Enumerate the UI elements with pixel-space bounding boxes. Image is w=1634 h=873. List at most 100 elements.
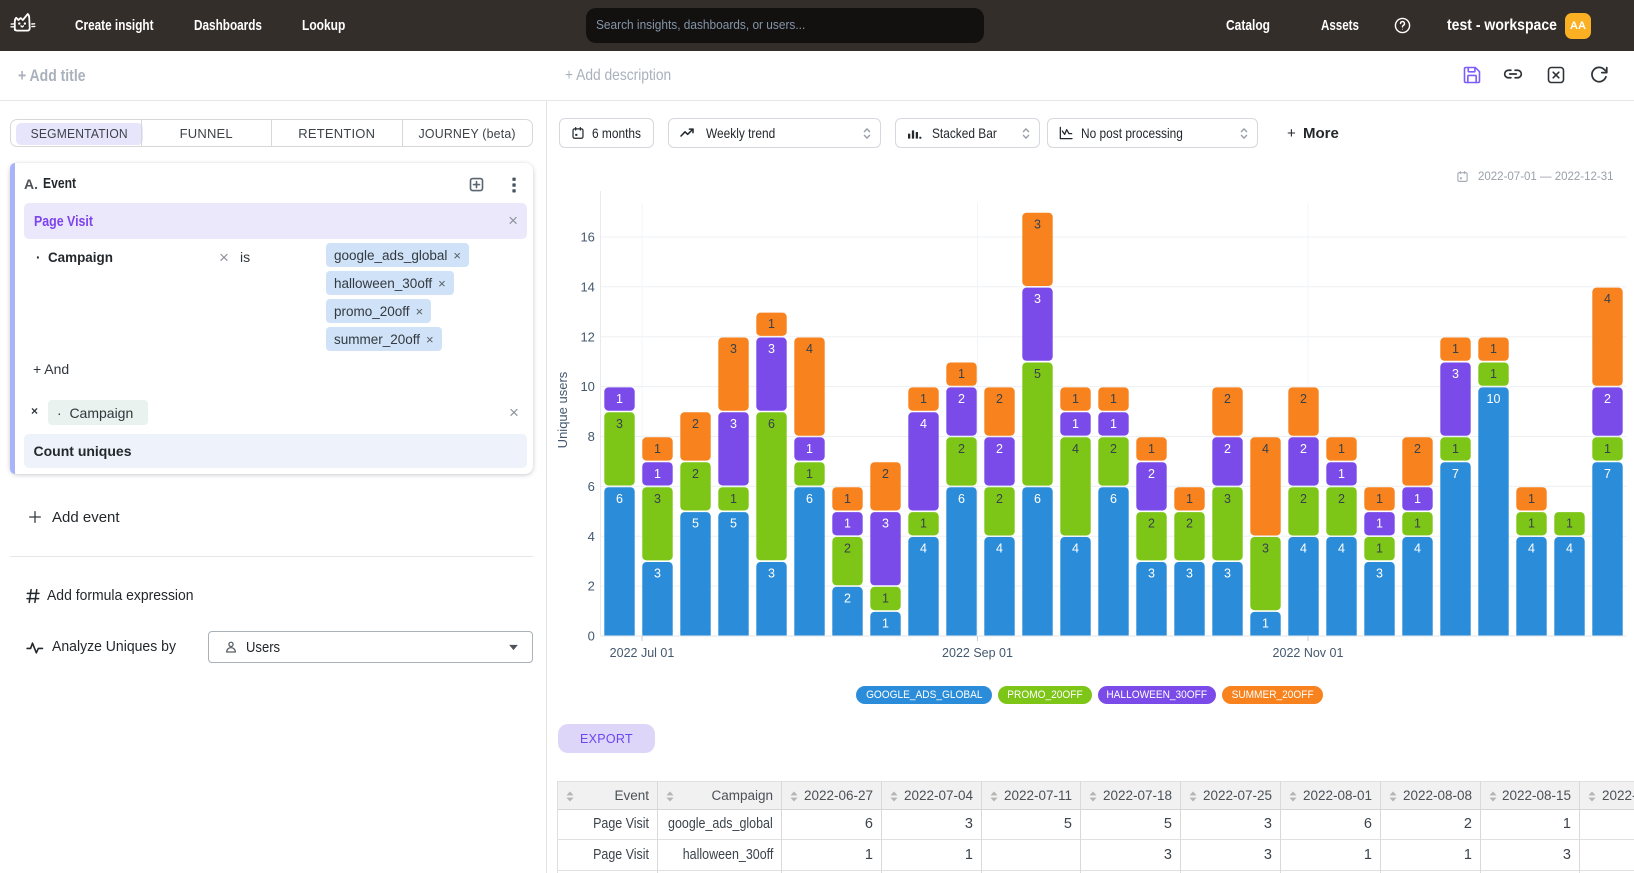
svg-text:2: 2: [588, 579, 598, 594]
svg-text:2: 2: [1110, 442, 1117, 456]
svg-text:2: 2: [1148, 467, 1155, 481]
svg-text:1: 1: [1452, 342, 1459, 356]
svg-text:2: 2: [1414, 442, 1421, 456]
svg-text:1: 1: [730, 492, 737, 506]
svg-text:1: 1: [1414, 492, 1421, 506]
svg-text:1: 1: [882, 592, 889, 606]
svg-text:3: 3: [768, 342, 775, 356]
svg-text:4: 4: [920, 542, 927, 556]
svg-text:1: 1: [1528, 492, 1535, 506]
svg-text:1: 1: [616, 392, 623, 406]
svg-text:1: 1: [654, 467, 661, 481]
svg-text:1: 1: [1490, 342, 1497, 356]
svg-text:3: 3: [1224, 567, 1231, 581]
svg-text:2: 2: [1224, 392, 1231, 406]
svg-text:3: 3: [768, 567, 775, 581]
svg-text:3: 3: [730, 417, 737, 431]
svg-text:5: 5: [730, 517, 737, 531]
svg-text:3: 3: [1034, 292, 1041, 306]
svg-text:1: 1: [1072, 417, 1079, 431]
svg-text:2: 2: [996, 392, 1003, 406]
svg-text:2: 2: [958, 442, 965, 456]
svg-text:2: 2: [996, 492, 1003, 506]
svg-text:2: 2: [1300, 392, 1307, 406]
svg-text:1: 1: [1262, 617, 1269, 631]
svg-text:1: 1: [882, 617, 889, 631]
svg-text:2022 Jul 01: 2022 Jul 01: [610, 646, 675, 660]
svg-text:7: 7: [1452, 467, 1459, 481]
svg-text:1: 1: [1376, 492, 1383, 506]
svg-text:14: 14: [580, 279, 597, 294]
svg-text:6: 6: [588, 479, 598, 494]
svg-text:1: 1: [958, 367, 965, 381]
svg-text:2022 Sep 01: 2022 Sep 01: [942, 646, 1013, 660]
svg-text:1: 1: [1376, 517, 1383, 531]
svg-text:0: 0: [588, 629, 598, 644]
svg-text:1: 1: [654, 442, 661, 456]
svg-text:Unique users: Unique users: [555, 371, 570, 448]
svg-text:1: 1: [920, 517, 927, 531]
svg-text:1: 1: [1490, 367, 1497, 381]
svg-text:1: 1: [1148, 442, 1155, 456]
svg-text:3: 3: [730, 342, 737, 356]
svg-text:6: 6: [768, 417, 775, 431]
svg-text:3: 3: [1262, 542, 1269, 556]
svg-text:2: 2: [996, 442, 1003, 456]
svg-text:3: 3: [882, 517, 889, 531]
svg-text:4: 4: [1566, 542, 1573, 556]
svg-text:6: 6: [958, 492, 965, 506]
svg-text:1: 1: [1072, 392, 1079, 406]
svg-text:3: 3: [616, 417, 623, 431]
svg-text:1: 1: [920, 392, 927, 406]
svg-text:6: 6: [806, 492, 813, 506]
svg-text:2: 2: [1224, 442, 1231, 456]
svg-text:4: 4: [996, 542, 1003, 556]
svg-text:1: 1: [1452, 442, 1459, 456]
svg-text:4: 4: [588, 529, 598, 544]
svg-text:1: 1: [1338, 442, 1345, 456]
svg-text:16: 16: [580, 230, 597, 245]
svg-text:1: 1: [1604, 442, 1611, 456]
svg-text:2: 2: [1186, 517, 1193, 531]
svg-text:5: 5: [692, 517, 699, 531]
svg-text:1: 1: [806, 467, 813, 481]
svg-text:1: 1: [1528, 517, 1535, 531]
svg-text:12: 12: [580, 329, 597, 344]
svg-text:3: 3: [1034, 217, 1041, 231]
svg-text:6: 6: [616, 492, 623, 506]
svg-text:1: 1: [1186, 492, 1193, 506]
svg-text:2: 2: [958, 392, 965, 406]
svg-text:3: 3: [1148, 567, 1155, 581]
svg-text:4: 4: [1604, 292, 1611, 306]
svg-text:2: 2: [692, 417, 699, 431]
svg-text:2: 2: [1338, 492, 1345, 506]
svg-text:4: 4: [1072, 542, 1079, 556]
svg-text:1: 1: [1338, 467, 1345, 481]
svg-text:1: 1: [1110, 417, 1117, 431]
svg-text:3: 3: [654, 567, 661, 581]
svg-text:2: 2: [844, 542, 851, 556]
svg-text:1: 1: [806, 442, 813, 456]
svg-text:3: 3: [654, 492, 661, 506]
svg-text:7: 7: [1604, 467, 1611, 481]
svg-text:2: 2: [1300, 442, 1307, 456]
svg-text:10: 10: [580, 379, 597, 394]
svg-text:2: 2: [882, 467, 889, 481]
svg-text:4: 4: [1300, 542, 1307, 556]
svg-text:5: 5: [1034, 367, 1041, 381]
svg-text:3: 3: [1224, 492, 1231, 506]
svg-text:4: 4: [806, 342, 813, 356]
svg-text:6: 6: [1034, 492, 1041, 506]
svg-text:1: 1: [768, 317, 775, 331]
svg-text:2: 2: [844, 592, 851, 606]
svg-text:4: 4: [1262, 442, 1269, 456]
svg-text:2: 2: [1604, 392, 1611, 406]
svg-text:4: 4: [1528, 542, 1535, 556]
svg-text:3: 3: [1186, 567, 1193, 581]
svg-text:4: 4: [1414, 542, 1421, 556]
svg-text:4: 4: [1072, 442, 1079, 456]
svg-text:4: 4: [1338, 542, 1345, 556]
svg-text:2022 Nov 01: 2022 Nov 01: [1273, 646, 1344, 660]
svg-text:2: 2: [1300, 492, 1307, 506]
svg-text:2: 2: [1148, 517, 1155, 531]
